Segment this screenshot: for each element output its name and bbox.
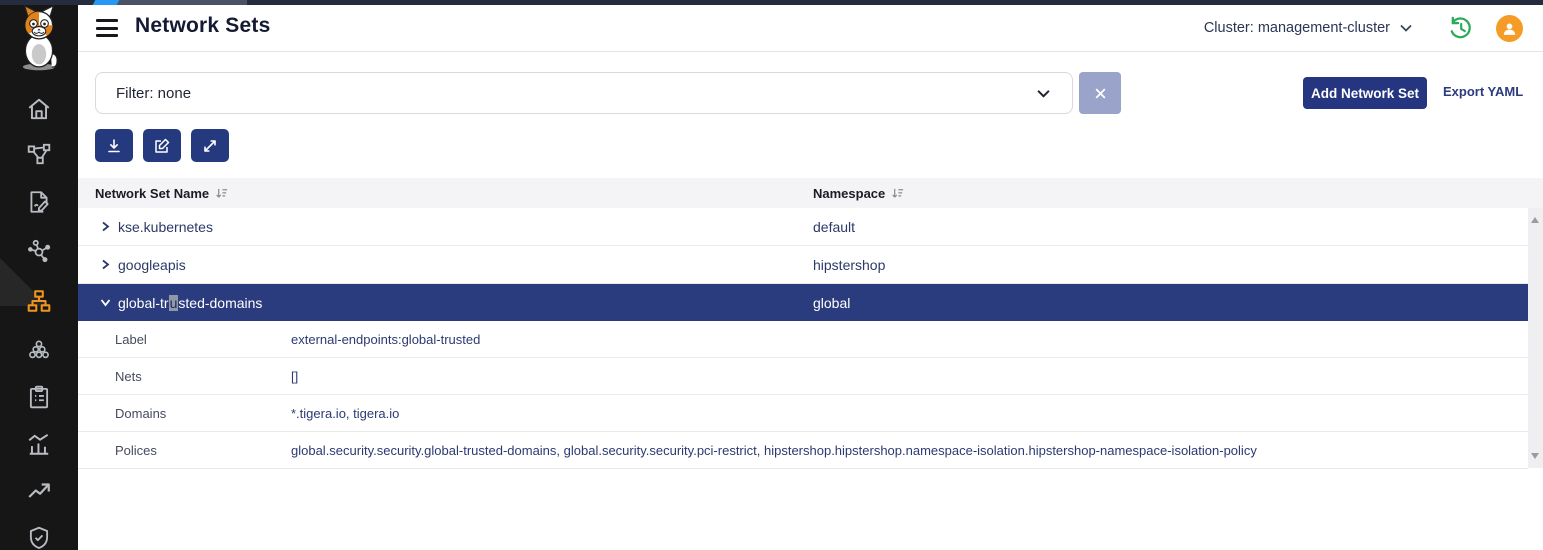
filter-dropdown[interactable]: Filter: none (95, 72, 1073, 114)
sidebar-item-service-graph[interactable] (0, 140, 78, 168)
detail-label: Label (115, 332, 147, 347)
sort-icon (215, 187, 228, 200)
sidebar-item-compliance[interactable] (0, 383, 78, 411)
top-strip-segment (117, 0, 247, 5)
detail-value: global.security.security.global-trusted-… (291, 443, 1257, 458)
cat-logo[interactable] (13, 4, 65, 72)
table-body: kse.kubernetes default googleapis hipste… (78, 208, 1528, 469)
detail-label: Polices (115, 443, 157, 458)
sidebar-item-security-shield[interactable] (0, 524, 78, 550)
chevron-right-icon (100, 259, 111, 270)
network-set-name: global-trusted-domains (118, 295, 262, 311)
scroll-down-arrow-icon[interactable] (1531, 453, 1539, 459)
table-header: Network Set Name Namespace (78, 178, 1543, 208)
detail-row-nets: Nets [] (78, 358, 1528, 395)
detail-row-domains: Domains *.tigera.io, tigera.io (78, 395, 1528, 432)
detail-value: external-endpoints:global-trusted (291, 332, 480, 347)
add-network-set-button[interactable]: Add Network Set (1303, 77, 1427, 109)
expand-button[interactable] (191, 129, 229, 162)
flow-visualization-icon (26, 238, 52, 264)
export-yaml-link[interactable]: Export YAML (1443, 84, 1523, 99)
network-set-name: googleapis (118, 257, 186, 273)
cluster-selector-label: Cluster: management-cluster (1204, 20, 1390, 36)
column-header-namespace[interactable]: Namespace (813, 178, 904, 208)
sidebar-item-flow-visualization[interactable] (0, 237, 78, 265)
clear-filter-button[interactable] (1079, 72, 1121, 114)
detail-value: [] (291, 369, 298, 384)
namespace-value: global (813, 295, 850, 311)
detail-row-label: Label external-endpoints:global-trusted (78, 321, 1528, 358)
close-icon (1094, 87, 1107, 100)
filter-dropdown-value: Filter: none (116, 85, 191, 102)
detail-label: Nets (115, 369, 142, 384)
expand-icon (202, 138, 218, 154)
compliance-icon (26, 384, 52, 410)
edit-icon (154, 138, 170, 154)
sidebar-item-network-sets[interactable] (0, 287, 78, 315)
cluster-selector[interactable]: Cluster: management-cluster (1204, 5, 1412, 51)
edit-button[interactable] (143, 129, 181, 162)
statistics-icon (26, 431, 52, 457)
column-label: Namespace (813, 186, 885, 201)
sidebar (0, 0, 78, 550)
column-header-network-set-name[interactable]: Network Set Name (95, 178, 228, 208)
endpoints-icon (26, 338, 52, 364)
sort-icon (891, 187, 904, 200)
page-title: Network Sets (135, 14, 270, 38)
chevron-down-icon (1037, 89, 1050, 98)
column-label: Network Set Name (95, 186, 209, 201)
trends-icon (26, 478, 52, 504)
chevron-right-icon (100, 221, 111, 232)
table-row-googleapis[interactable]: googleapis hipstershop (78, 246, 1528, 284)
menu-toggle-button[interactable] (96, 19, 118, 37)
detail-value: *.tigera.io, tigera.io (291, 406, 399, 421)
history-button[interactable] (1447, 15, 1474, 42)
download-button[interactable] (95, 129, 133, 162)
home-icon (26, 96, 52, 122)
namespace-value: default (813, 219, 855, 235)
table-row-kse-kubernetes[interactable]: kse.kubernetes default (78, 208, 1528, 246)
network-sets-icon (26, 288, 52, 314)
table-scrollbar[interactable] (1528, 208, 1543, 468)
scroll-up-arrow-icon[interactable] (1531, 217, 1539, 223)
page-header: Network Sets Cluster: management-cluster (78, 5, 1543, 52)
text-cursor: u (169, 295, 179, 311)
user-icon (1501, 20, 1518, 37)
namespace-value: hipstershop (813, 257, 885, 273)
shield-icon (26, 525, 52, 550)
service-graph-icon (26, 141, 52, 167)
sidebar-item-home[interactable] (0, 95, 78, 123)
detail-label: Domains (115, 406, 166, 421)
network-set-name: kse.kubernetes (118, 219, 213, 235)
sidebar-item-policies[interactable] (0, 188, 78, 216)
table-row-global-trusted-domains[interactable]: global-trusted-domains global (78, 284, 1528, 321)
top-window-strip (0, 0, 1543, 5)
policies-icon (26, 189, 52, 215)
sidebar-item-trends[interactable] (0, 477, 78, 505)
history-icon (1447, 15, 1474, 42)
sidebar-item-endpoints[interactable] (0, 337, 78, 365)
network-sets-page: Network Sets Cluster: management-cluster… (0, 0, 1543, 550)
sidebar-item-statistics[interactable] (0, 430, 78, 458)
chevron-down-icon (1400, 24, 1412, 32)
detail-row-polices: Polices global.security.security.global-… (78, 432, 1528, 469)
user-avatar-button[interactable] (1496, 15, 1523, 42)
chevron-down-icon (100, 297, 111, 308)
download-icon (106, 138, 122, 154)
top-strip-accent (93, 0, 120, 5)
